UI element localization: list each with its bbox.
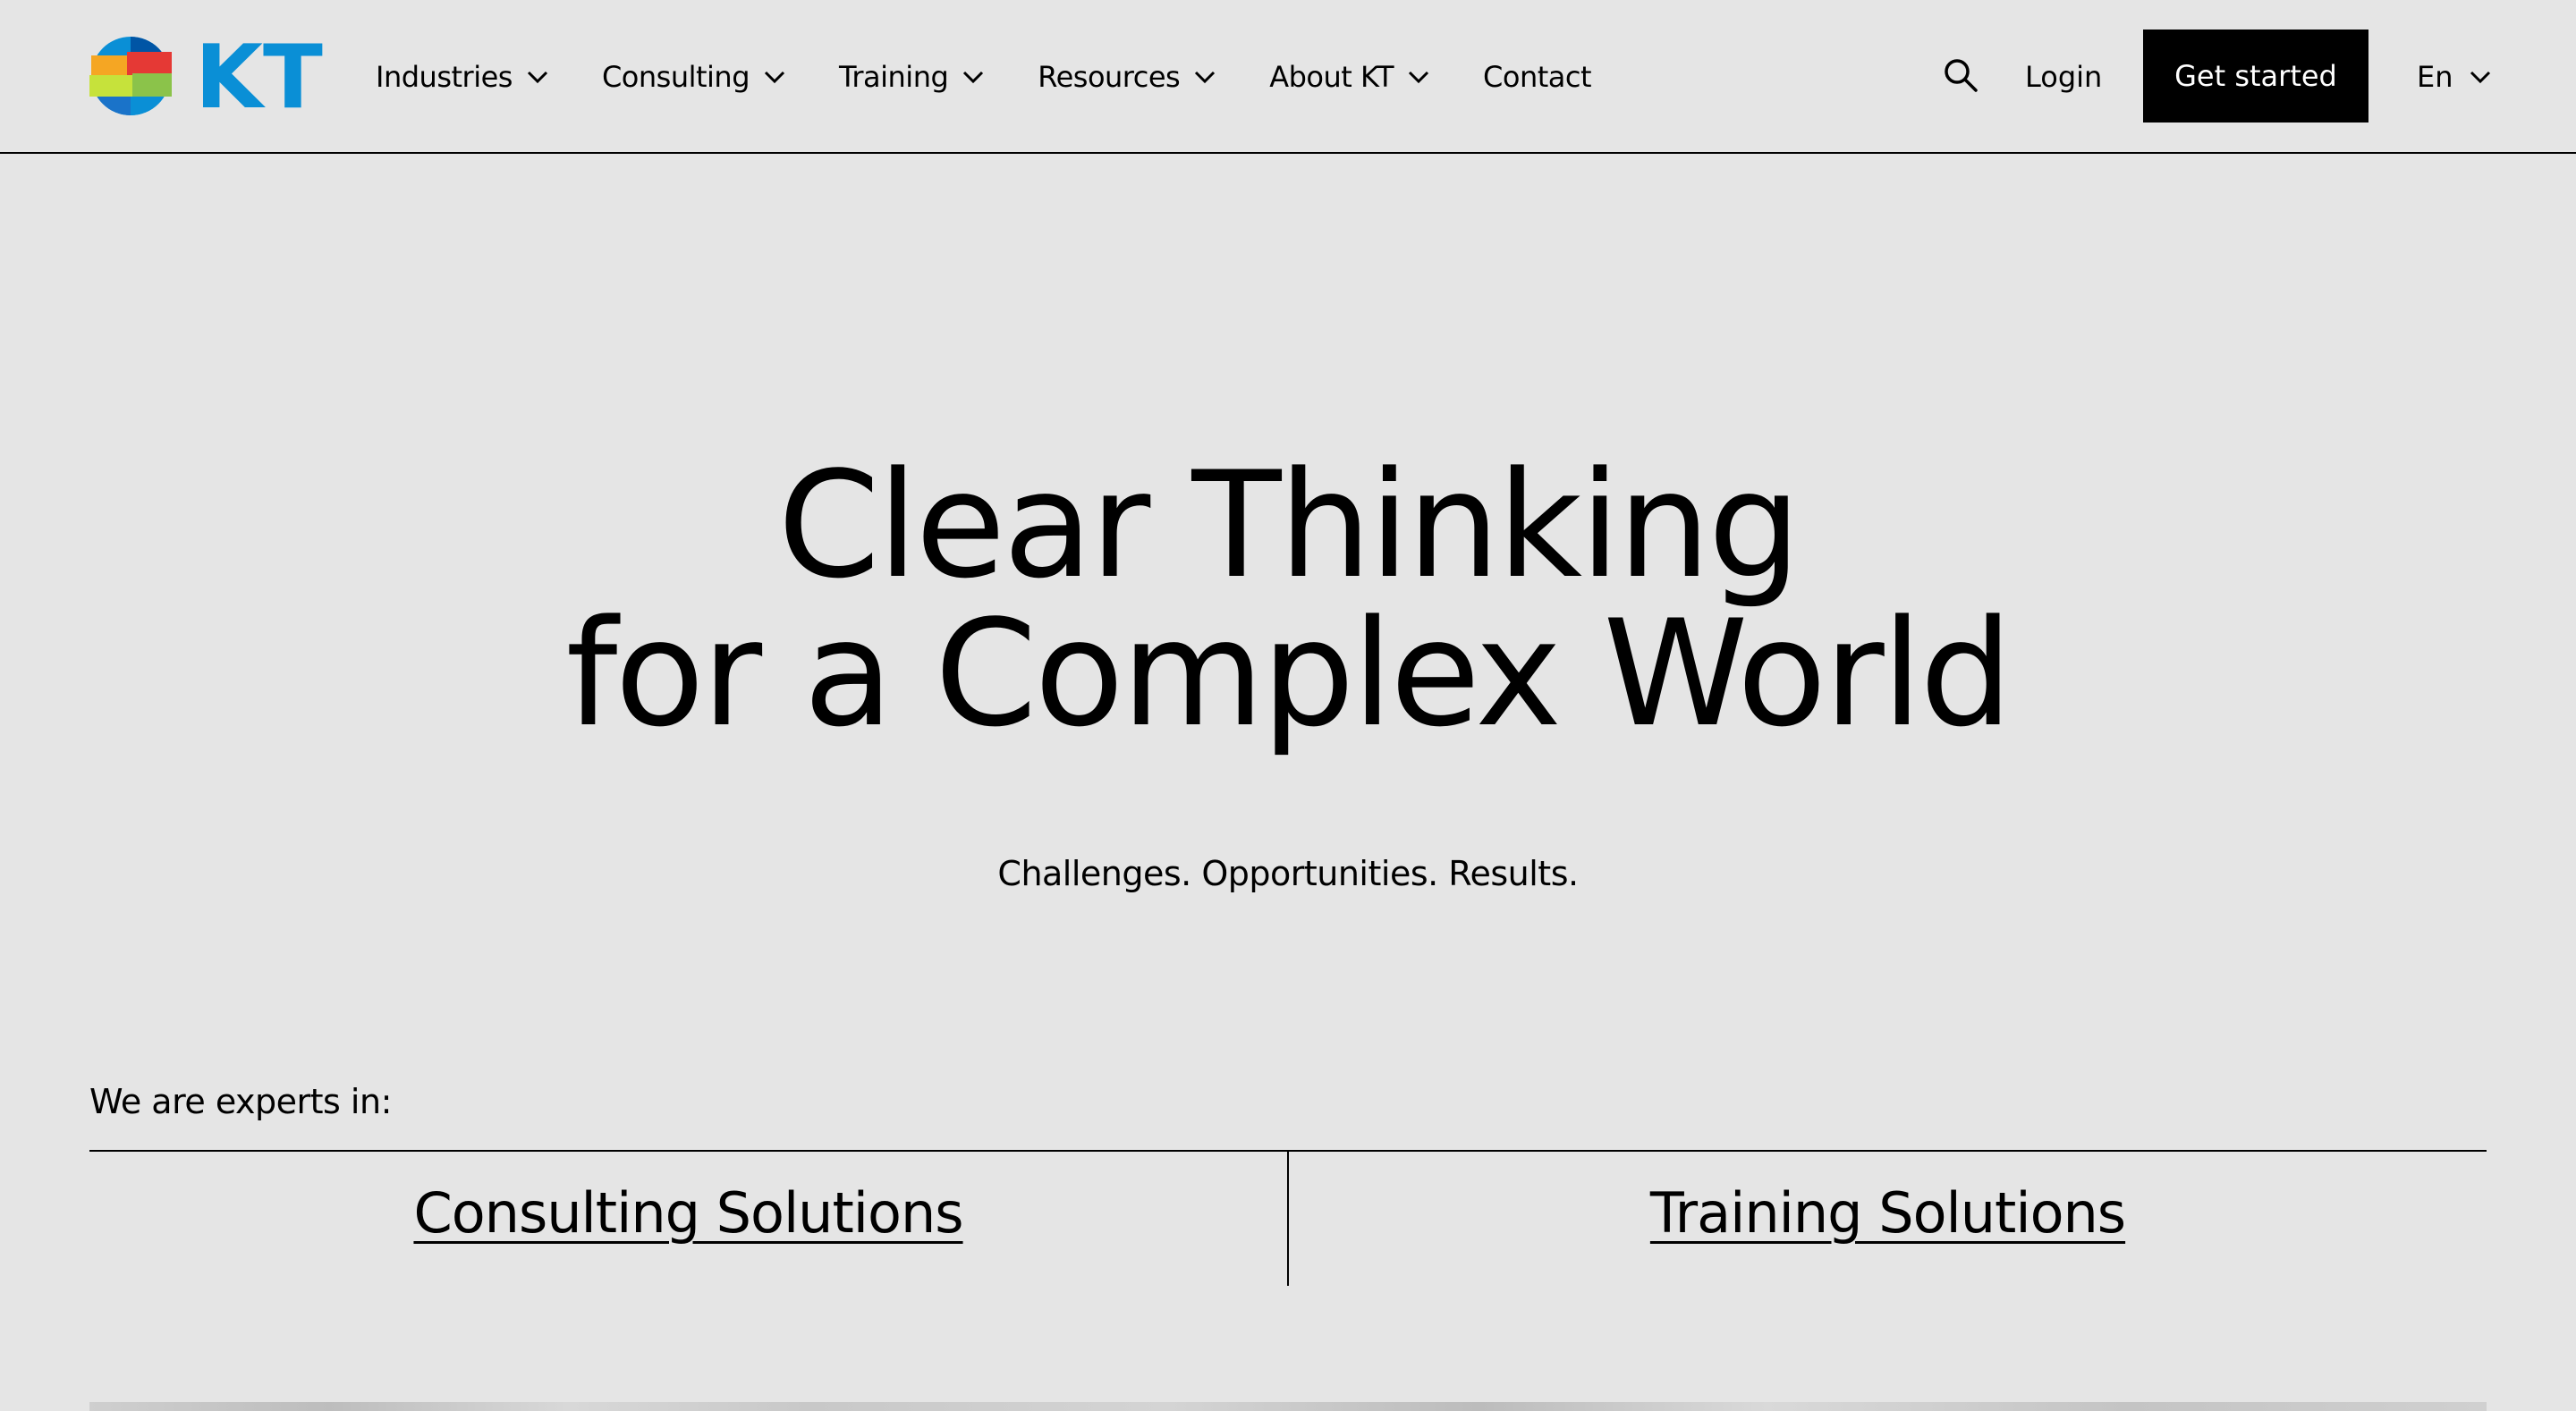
solutions-row: Consulting Solutions Training Solutions bbox=[89, 1150, 2487, 1286]
nav-resources[interactable]: Resources bbox=[1038, 60, 1216, 94]
kt-logo[interactable]: KT bbox=[89, 36, 326, 116]
nav-contact[interactable]: Contact bbox=[1483, 60, 1592, 94]
main-nav: Industries Consulting Training Resources… bbox=[376, 0, 1592, 154]
nav-label: Industries bbox=[376, 60, 513, 94]
chevron-down-icon bbox=[963, 71, 984, 83]
chevron-down-icon bbox=[1408, 71, 1429, 83]
chevron-down-icon bbox=[1195, 71, 1216, 83]
nav-about[interactable]: About KT bbox=[1269, 60, 1429, 94]
chevron-down-icon bbox=[764, 71, 785, 83]
hero-title-line1: Clear Thinking bbox=[777, 440, 1801, 611]
solution-cell: Training Solutions bbox=[1287, 1152, 2487, 1286]
hero-subtitle: Challenges. Opportunities. Results. bbox=[997, 854, 1579, 893]
hero-image bbox=[89, 1402, 2487, 1411]
nav-label: Resources bbox=[1038, 60, 1181, 94]
nav-industries[interactable]: Industries bbox=[376, 60, 548, 94]
login-link[interactable]: Login bbox=[2025, 0, 2102, 154]
nav-consulting[interactable]: Consulting bbox=[602, 60, 785, 94]
nav-label: Contact bbox=[1483, 60, 1592, 94]
get-started-button[interactable]: Get started bbox=[2143, 30, 2368, 123]
training-solutions-link[interactable]: Training Solutions bbox=[1650, 1180, 2126, 1286]
nav-label: About KT bbox=[1269, 60, 1394, 94]
chevron-down-icon bbox=[527, 71, 547, 83]
experts-label: We are experts in: bbox=[89, 1082, 392, 1121]
solution-cell: Consulting Solutions bbox=[89, 1152, 1287, 1286]
nav-training[interactable]: Training bbox=[839, 60, 984, 94]
nav-label: Training bbox=[839, 60, 949, 94]
chevron-down-icon bbox=[2470, 71, 2490, 83]
language-label: En bbox=[2417, 60, 2453, 94]
hero-title: Clear Thinking for a Complex World bbox=[0, 452, 2576, 748]
site-header: KT Industries Consulting Training Resour… bbox=[0, 0, 2576, 154]
hero-title-line2: for a Complex World bbox=[565, 588, 2013, 759]
consulting-solutions-link[interactable]: Consulting Solutions bbox=[413, 1180, 963, 1286]
language-selector[interactable]: En bbox=[2417, 0, 2491, 154]
nav-label: Consulting bbox=[601, 60, 750, 94]
search-icon[interactable] bbox=[1943, 57, 1979, 93]
logo-text: KT bbox=[195, 36, 323, 116]
